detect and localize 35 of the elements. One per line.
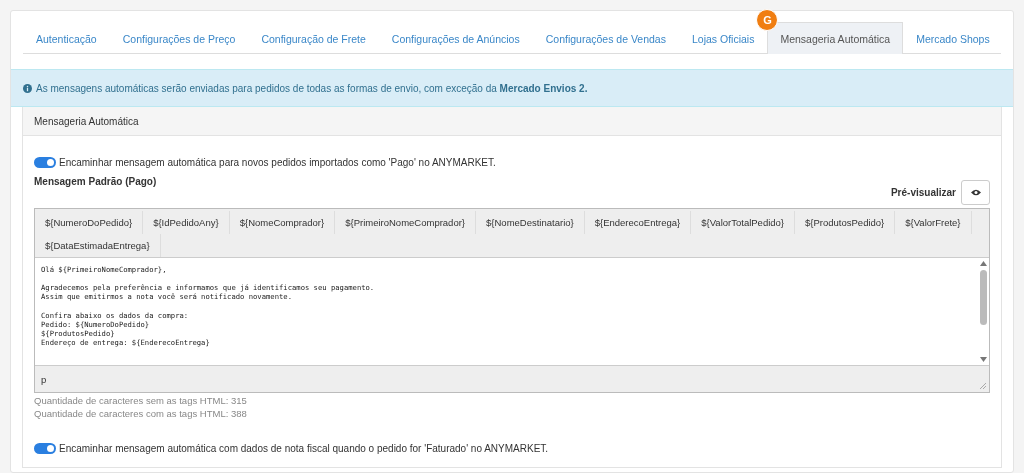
- character-count: Quantidade de caracteres sem as tags HTML: 315: [34, 394, 248, 407]
- tab[interactable]: Configurações de Vendas: [532, 23, 679, 54]
- eye-icon: [970, 189, 981, 196]
- tab[interactable]: Configurações de Preço: [109, 23, 249, 54]
- tab[interactable]: Configurações de Anúncios: [378, 23, 533, 54]
- tag-button[interactable]: ${NomeDestinatario}: [476, 211, 585, 234]
- toggle-label: Encaminhar mensagem automática com dados de nota fiscal quando o pedido for 'Faturado' no ANYMARKET.: [59, 443, 549, 454]
- scroll-up-icon[interactable]: [979, 261, 987, 266]
- tag-button[interactable]: ${ProdutosPedido}: [795, 211, 896, 234]
- tab[interactable]: Autenticação: [23, 23, 110, 54]
- scroll-down-icon[interactable]: [979, 357, 987, 362]
- preview-label: Pré-visualizar: [890, 187, 956, 198]
- tab[interactable]: Configuração de Frete: [248, 23, 379, 54]
- info-icon: [23, 83, 32, 93]
- tab[interactable]: Mercado Shops: [903, 23, 1003, 54]
- tag-button[interactable]: ${PrimeiroNomeComprador}: [335, 211, 477, 234]
- tag-button[interactable]: ${ValorTotalPedido}: [691, 211, 796, 234]
- tag-button[interactable]: ${IdPedidoAny}: [143, 211, 230, 234]
- toggle-label: Encaminhar mensagem automática para novos pedidos importados como 'Pago' no ANYMARKET.: [59, 157, 496, 168]
- tag-button[interactable]: ${NumeroDoPedido}: [35, 211, 144, 234]
- resize-handle-icon[interactable]: [980, 383, 986, 389]
- tag-button[interactable]: ${DataEstimadaEntrega}: [35, 234, 161, 257]
- tag-button[interactable]: ${NomeComprador}: [229, 211, 336, 234]
- alert-text: As mensagens automáticas serão enviadas para pedidos de todas as formas de envio, com exceção da Mercado Envios 2.: [36, 82, 588, 94]
- avatar-badge: G: [756, 9, 779, 31]
- preview-button[interactable]: [961, 180, 990, 205]
- tag-button[interactable]: ${EnderecoEntrega}: [584, 211, 692, 234]
- character-count: Quantidade de caracteres com as tags HTML: 388: [34, 407, 248, 420]
- toggle-switch[interactable]: [34, 157, 56, 168]
- tag-button[interactable]: ${ValorFrete}: [895, 211, 972, 234]
- toggle-switch[interactable]: [34, 443, 56, 454]
- panel-title: Mensageria Automática: [23, 107, 1001, 136]
- editor-path: p: [41, 373, 47, 385]
- message-label: Mensagem Padrão (Pago): [34, 176, 157, 187]
- scrollbar-thumb[interactable]: [979, 270, 987, 325]
